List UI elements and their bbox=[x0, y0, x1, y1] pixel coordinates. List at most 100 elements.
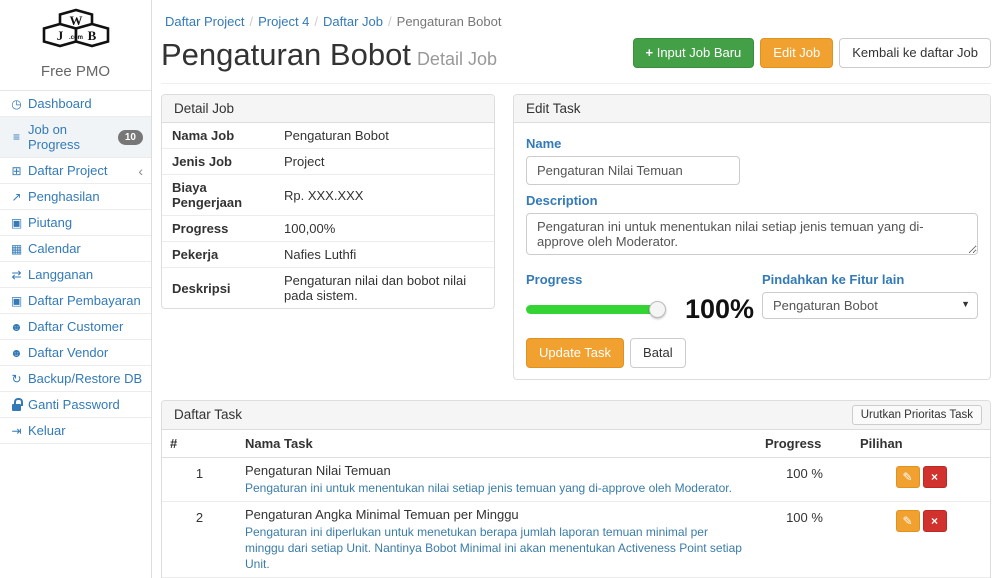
task-description-textarea[interactable]: Pengaturan ini untuk menentukan nilai se… bbox=[526, 213, 978, 255]
tasks-icon: ≡ bbox=[8, 130, 25, 144]
sidebar-item-keluar[interactable]: ⇥ Keluar bbox=[0, 418, 151, 444]
sidebar-item-daftar-project[interactable]: ⊞ Daftar Project ‹ bbox=[0, 158, 151, 184]
detail-row: Progress 100,00% bbox=[162, 216, 494, 242]
sidebar-item-label: Daftar Pembayaran bbox=[28, 293, 141, 308]
name-label: Name bbox=[526, 136, 978, 151]
detail-value: Project bbox=[274, 149, 494, 175]
move-feature-label: Pindahkan ke Fitur lain bbox=[762, 272, 978, 287]
breadcrumb-separator: / bbox=[249, 14, 253, 29]
jwb-logo-icon: W J B .com bbox=[30, 8, 122, 52]
users-icon: ☻ bbox=[8, 346, 25, 360]
edit-task-row-button[interactable]: ✎ bbox=[896, 510, 920, 532]
progress-percent: 100% bbox=[685, 296, 754, 323]
breadcrumb: Daftar Project/Project 4/Daftar Job/Peng… bbox=[161, 0, 991, 35]
column-nama-task: Nama Task bbox=[237, 430, 757, 458]
svg-text:.com: .com bbox=[68, 35, 82, 41]
daftar-task-panel: Daftar Task Urutkan Prioritas Task # Nam… bbox=[161, 400, 991, 578]
sidebar-item-daftar-pembayaran[interactable]: ▣ Daftar Pembayaran bbox=[0, 288, 151, 314]
task-name: Pengaturan Nilai Temuan bbox=[245, 463, 749, 478]
task-name-input[interactable] bbox=[526, 156, 740, 185]
sidebar-item-ganti-password[interactable]: Ganti Password bbox=[0, 392, 151, 418]
daftar-task-panel-title: Daftar Task bbox=[174, 407, 242, 422]
task-progress: 100 % bbox=[757, 501, 852, 578]
sidebar-item-label: Daftar Project bbox=[28, 163, 107, 178]
table-icon: ⊞ bbox=[8, 164, 25, 178]
sidebar-item-label: Backup/Restore DB bbox=[28, 371, 142, 386]
sidebar-item-daftar-customer[interactable]: ☻ Daftar Customer bbox=[0, 314, 151, 340]
detail-row: Nama Job Pengaturan Bobot bbox=[162, 123, 494, 149]
detail-row: Biaya Pengerjaan Rp. XXX.XXX bbox=[162, 175, 494, 216]
users-icon: ☻ bbox=[8, 320, 25, 334]
description-label: Description bbox=[526, 193, 978, 208]
app-logo: W J B .com Free PMO bbox=[0, 0, 151, 80]
sidebar: W J B .com Free PMO ◷ Dashboard ≡ Job on… bbox=[0, 0, 152, 578]
detail-value: Pengaturan nilai dan bobot nilai pada si… bbox=[274, 268, 494, 309]
kembali-ke-daftar-job-button[interactable]: Kembali ke daftar Job bbox=[839, 38, 991, 68]
detail-row: Deskripsi Pengaturan nilai dan bobot nil… bbox=[162, 268, 494, 309]
column-pilihan: Pilihan bbox=[852, 430, 990, 458]
sidebar-item-piutang[interactable]: ▣ Piutang bbox=[0, 210, 151, 236]
sidebar-menu: ◷ Dashboard ≡ Job on Progress 10 ⊞ Dafta… bbox=[0, 90, 151, 444]
detail-value: Pengaturan Bobot bbox=[274, 123, 494, 149]
task-row: 1 Pengaturan Nilai Temuan Pengaturan ini… bbox=[162, 457, 990, 501]
money-icon: ▣ bbox=[8, 216, 25, 230]
breadcrumb-link-daftar-job[interactable]: Daftar Job bbox=[323, 14, 383, 29]
detail-value: Rp. XXX.XXX bbox=[274, 175, 494, 216]
sidebar-item-langganan[interactable]: ⇄ Langganan bbox=[0, 262, 151, 288]
lock-icon bbox=[8, 398, 25, 412]
sidebar-item-label: Daftar Customer bbox=[28, 319, 123, 334]
delete-task-row-button[interactable]: × bbox=[923, 510, 947, 532]
sidebar-item-label: Langganan bbox=[28, 267, 93, 282]
edit-task-panel-title: Edit Task bbox=[514, 95, 990, 123]
detail-row: Jenis Job Project bbox=[162, 149, 494, 175]
input-job-baru-button[interactable]: + Input Job Baru bbox=[633, 38, 755, 68]
batal-button[interactable]: Batal bbox=[630, 338, 686, 368]
delete-task-row-button[interactable]: × bbox=[923, 466, 947, 488]
sidebar-item-label: Job on Progress bbox=[28, 122, 118, 152]
sidebar-item-label: Ganti Password bbox=[28, 397, 120, 412]
move-feature-select[interactable]: Pengaturan Bobot bbox=[762, 292, 978, 319]
detail-job-table: Nama Job Pengaturan Bobot Jenis Job Proj… bbox=[162, 123, 494, 308]
edit-icon: ✎ bbox=[902, 470, 912, 484]
sidebar-item-calendar[interactable]: ▦ Calendar bbox=[0, 236, 151, 262]
sidebar-item-backup-restore-db[interactable]: ↻ Backup/Restore DB bbox=[0, 366, 151, 392]
detail-value: Nafies Luthfi bbox=[274, 242, 494, 268]
detail-job-panel-title: Detail Job bbox=[162, 95, 494, 123]
sidebar-item-daftar-vendor[interactable]: ☻ Daftar Vendor bbox=[0, 340, 151, 366]
sidebar-item-dashboard[interactable]: ◷ Dashboard bbox=[0, 91, 151, 117]
progress-slider-handle[interactable] bbox=[649, 301, 666, 318]
sidebar-item-label: Keluar bbox=[28, 423, 66, 438]
main-content: Daftar Project/Project 4/Daftar Job/Peng… bbox=[152, 0, 1000, 578]
progress-slider[interactable] bbox=[526, 305, 661, 314]
task-num: 1 bbox=[162, 457, 237, 501]
sidebar-item-penghasilan[interactable]: ↗ Penghasilan bbox=[0, 184, 151, 210]
progress-label: Progress bbox=[526, 272, 762, 287]
plus-icon: + bbox=[646, 45, 654, 60]
column-num: # bbox=[162, 430, 237, 458]
sidebar-item-label: Daftar Vendor bbox=[28, 345, 108, 360]
task-table-header-row: # Nama Task Progress Pilihan bbox=[162, 430, 990, 458]
delete-icon: × bbox=[931, 470, 938, 484]
detail-value: 100,00% bbox=[274, 216, 494, 242]
brand-text: Free PMO bbox=[0, 63, 151, 80]
edit-task-row-button[interactable]: ✎ bbox=[896, 466, 920, 488]
edit-job-button[interactable]: Edit Job bbox=[760, 38, 833, 68]
svg-text:W: W bbox=[69, 13, 82, 28]
svg-text:J: J bbox=[56, 28, 63, 43]
sidebar-item-label: Dashboard bbox=[28, 96, 92, 111]
page-title: Pengaturan Bobot bbox=[161, 37, 411, 72]
urutkan-prioritas-task-button[interactable]: Urutkan Prioritas Task bbox=[852, 405, 982, 425]
chevron-left-icon: ‹ bbox=[138, 164, 143, 178]
breadcrumb-current: Pengaturan Bobot bbox=[397, 14, 502, 29]
sidebar-item-job-on-progress[interactable]: ≡ Job on Progress 10 bbox=[0, 117, 151, 158]
task-description: Pengaturan ini untuk menentukan nilai se… bbox=[245, 480, 749, 496]
money-icon: ▣ bbox=[8, 294, 25, 308]
column-progress: Progress bbox=[757, 430, 852, 458]
task-progress: 100 % bbox=[757, 457, 852, 501]
svg-text:B: B bbox=[87, 28, 96, 43]
detail-row: Pekerja Nafies Luthfi bbox=[162, 242, 494, 268]
breadcrumb-link-project-4[interactable]: Project 4 bbox=[258, 14, 309, 29]
breadcrumb-link-daftar-project[interactable]: Daftar Project bbox=[165, 14, 244, 29]
sidebar-item-label: Piutang bbox=[28, 215, 72, 230]
update-task-button[interactable]: Update Task bbox=[526, 338, 624, 368]
